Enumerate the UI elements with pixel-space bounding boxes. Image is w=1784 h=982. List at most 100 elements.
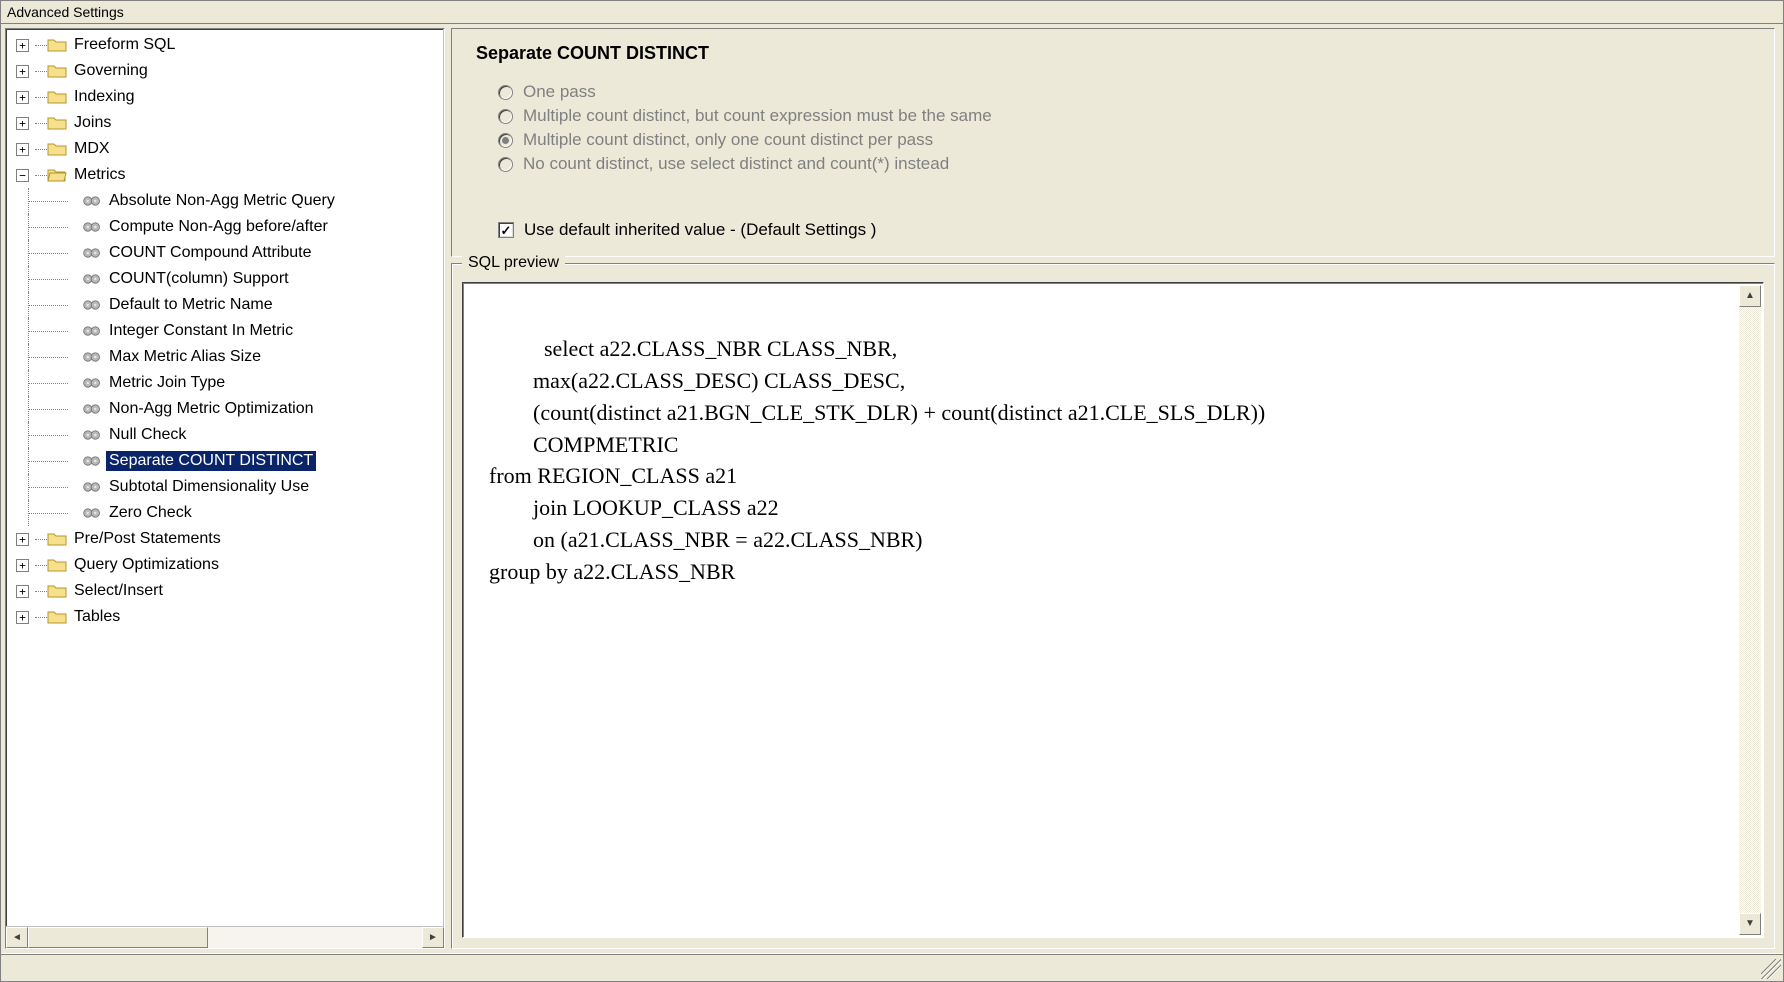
use-default-checkbox-row[interactable]: Use default inherited value - (Default S…: [498, 220, 1750, 240]
expand-icon[interactable]: +: [16, 533, 29, 546]
radio-button[interactable]: [498, 85, 513, 100]
gear-icon: [82, 504, 102, 522]
tree-item-default-to-metric-name[interactable]: Default to Metric Name: [10, 292, 444, 318]
gear-icon: [82, 296, 102, 314]
folder-icon: [47, 36, 67, 54]
status-bar: [1, 953, 1783, 981]
resize-grip[interactable]: [1761, 959, 1781, 979]
expand-icon[interactable]: +: [16, 585, 29, 598]
tree-folder-label: Joins: [71, 113, 114, 133]
gear-icon: [82, 322, 102, 340]
vscroll-track[interactable]: [1739, 307, 1761, 913]
sql-preview-legend: SQL preview: [462, 254, 565, 272]
tree-item-label: Subtotal Dimensionality Use: [106, 477, 312, 497]
tree-item-compute-non-agg-before-after[interactable]: Compute Non-Agg before/after: [10, 214, 444, 240]
radio-label: No count distinct, use select distinct a…: [523, 154, 949, 174]
tree-folder-label: Query Optimizations: [71, 555, 222, 575]
tree-folder-select-insert[interactable]: +Select/Insert: [10, 578, 444, 604]
scroll-up-button[interactable]: ▲: [1739, 285, 1761, 307]
tree-item-subtotal-dimensionality-use[interactable]: Subtotal Dimensionality Use: [10, 474, 444, 500]
scroll-down-button[interactable]: ▼: [1739, 913, 1761, 935]
tree-item-label: Absolute Non-Agg Metric Query: [106, 191, 338, 211]
gear-icon: [82, 218, 102, 236]
radio-option-2[interactable]: Multiple count distinct, only one count …: [498, 130, 1750, 150]
tree-folder-metrics[interactable]: − Metrics: [10, 162, 444, 188]
advanced-settings-window: Advanced Settings + Freeform SQL +Governin…: [0, 0, 1784, 982]
expand-icon[interactable]: +: [16, 117, 29, 130]
gear-icon: [82, 192, 102, 210]
gear-icon: [82, 244, 102, 262]
tree-item-separate-count-distinct[interactable]: Separate COUNT DISTINCT: [10, 448, 444, 474]
sql-preview-fieldset: SQL preview select a22.CLASS_NBR CLASS_N…: [451, 263, 1775, 949]
expand-icon[interactable]: +: [16, 91, 29, 104]
radio-option-0[interactable]: One pass: [498, 82, 1750, 102]
use-default-label: Use default inherited value - (Default S…: [524, 220, 876, 240]
tree-folder-label: Metrics: [71, 165, 129, 185]
tree-item-null-check[interactable]: Null Check: [10, 422, 444, 448]
tree-folder-governing[interactable]: +Governing: [10, 58, 444, 84]
tree-scroll-area[interactable]: +Freeform SQL+Governing+Indexing+Joins+M…: [6, 29, 444, 926]
radio-button[interactable]: [498, 133, 513, 148]
folder-icon: [47, 608, 67, 626]
tree-folder-tables[interactable]: +Tables: [10, 604, 444, 630]
folder-icon: [47, 114, 67, 132]
folder-icon: [47, 62, 67, 80]
radio-label: Multiple count distinct, but count expre…: [523, 106, 992, 126]
tree-folder-label: Pre/Post Statements: [71, 529, 224, 549]
folder-icon: [47, 166, 67, 184]
tree-item-label: COUNT(column) Support: [106, 269, 292, 289]
expand-icon[interactable]: +: [16, 143, 29, 156]
gear-icon: [82, 478, 102, 496]
gear-icon: [82, 400, 102, 418]
sql-vertical-scrollbar[interactable]: ▲ ▼: [1739, 285, 1761, 935]
tree-folder-label: Freeform SQL: [71, 35, 178, 55]
expand-icon[interactable]: +: [16, 65, 29, 78]
tree-item-label: Non-Agg Metric Optimization: [106, 399, 317, 419]
hscroll-thumb[interactable]: [28, 927, 208, 948]
collapse-icon[interactable]: −: [16, 169, 29, 182]
radio-option-1[interactable]: Multiple count distinct, but count expre…: [498, 106, 1750, 126]
tree-item-count-compound-attribute[interactable]: COUNT Compound Attribute: [10, 240, 444, 266]
tree-folder-pre-post-statements[interactable]: + Pre/Post Statements: [10, 526, 444, 552]
tree-folder-mdx[interactable]: +MDX: [10, 136, 444, 162]
tree-folder-joins[interactable]: + Joins: [10, 110, 444, 136]
expand-icon[interactable]: +: [16, 611, 29, 624]
tree-folder-freeform-sql[interactable]: + Freeform SQL: [10, 32, 444, 58]
gear-icon: [82, 452, 102, 470]
radio-button[interactable]: [498, 109, 513, 124]
hscroll-track[interactable]: [28, 927, 422, 948]
tree-item-absolute-non-agg-metric-query[interactable]: Absolute Non-Agg Metric Query: [10, 188, 444, 214]
folder-icon: [47, 582, 67, 600]
radio-option-3[interactable]: No count distinct, use select distinct a…: [498, 154, 1750, 174]
radio-button[interactable]: [498, 157, 513, 172]
settings-group: Separate COUNT DISTINCT One pass Multiple…: [451, 28, 1775, 257]
right-panel: Separate COUNT DISTINCT One pass Multiple…: [451, 28, 1779, 949]
use-default-checkbox[interactable]: [498, 222, 514, 238]
content-area: +Freeform SQL+Governing+Indexing+Joins+M…: [1, 24, 1783, 953]
tree-horizontal-scrollbar[interactable]: ◄ ►: [6, 926, 444, 948]
expand-icon[interactable]: +: [16, 39, 29, 52]
tree-item-max-metric-alias-size[interactable]: Max Metric Alias Size: [10, 344, 444, 370]
sql-preview-textbox[interactable]: select a22.CLASS_NBR CLASS_NBR, max(a22.…: [462, 282, 1764, 938]
radio-label: One pass: [523, 82, 596, 102]
tree-folder-query-optimizations[interactable]: + Query Optimizations: [10, 552, 444, 578]
tree-item-zero-check[interactable]: Zero Check: [10, 500, 444, 526]
tree-item-integer-constant-in-metric[interactable]: Integer Constant In Metric: [10, 318, 444, 344]
folder-icon: [47, 140, 67, 158]
settings-heading: Separate COUNT DISTINCT: [476, 43, 1750, 64]
gear-icon: [82, 374, 102, 392]
tree-item-metric-join-type[interactable]: Metric Join Type: [10, 370, 444, 396]
tree-item-label: Integer Constant In Metric: [106, 321, 296, 341]
scroll-right-button[interactable]: ►: [422, 927, 444, 948]
tree-item-non-agg-metric-optimization[interactable]: Non-Agg Metric Optimization: [10, 396, 444, 422]
tree-item-count-column-support[interactable]: COUNT(column) Support: [10, 266, 444, 292]
tree-panel: +Freeform SQL+Governing+Indexing+Joins+M…: [5, 28, 445, 949]
scroll-left-button[interactable]: ◄: [6, 927, 28, 948]
tree-item-label: Default to Metric Name: [106, 295, 276, 315]
tree-item-label: COUNT Compound Attribute: [106, 243, 314, 263]
tree-folder-indexing[interactable]: +Indexing: [10, 84, 444, 110]
folder-icon: [47, 556, 67, 574]
tree-item-label: Null Check: [106, 425, 189, 445]
window-title: Advanced Settings: [1, 1, 1783, 24]
expand-icon[interactable]: +: [16, 559, 29, 572]
